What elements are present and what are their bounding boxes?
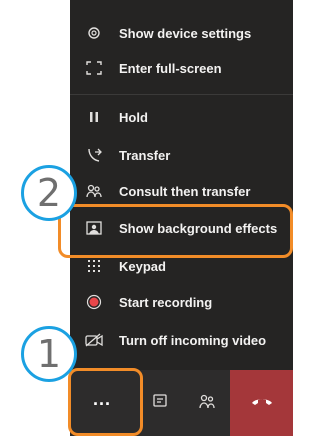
- participants-icon: [198, 393, 216, 414]
- transfer-icon: [84, 145, 104, 165]
- menu-item-turn-off-incoming-video[interactable]: Turn off incoming video: [70, 326, 293, 354]
- hang-up-icon: [251, 394, 273, 412]
- menu-item-label: Hold: [119, 109, 148, 125]
- keypad-icon: [84, 256, 104, 276]
- pause-icon: [84, 107, 104, 127]
- callout-number: 1: [36, 332, 62, 376]
- menu-item-label: Start recording: [119, 294, 213, 310]
- more-actions-menu: Show device settings Enter full-screen H…: [70, 0, 293, 370]
- participants-button[interactable]: [182, 370, 232, 436]
- menu-item-enter-full-screen[interactable]: Enter full-screen: [70, 54, 293, 82]
- fullscreen-icon: [84, 58, 104, 78]
- hang-up-button[interactable]: [230, 370, 293, 436]
- callout-highlight-background-effects: [58, 204, 293, 258]
- menu-item-start-recording[interactable]: Start recording: [70, 288, 293, 316]
- video-off-icon: [84, 330, 104, 350]
- menu-divider: [70, 94, 293, 95]
- chat-icon: [152, 393, 168, 414]
- menu-item-label: Consult then transfer: [119, 183, 251, 199]
- menu-item-transfer[interactable]: Transfer: [70, 141, 293, 169]
- consult-transfer-icon: [84, 181, 104, 201]
- menu-item-show-device-settings[interactable]: Show device settings: [70, 19, 293, 47]
- menu-item-label: Keypad: [119, 258, 166, 274]
- callout-badge-2: 2: [21, 165, 77, 221]
- record-icon: [84, 292, 104, 312]
- menu-item-consult-then-transfer[interactable]: Consult then transfer: [70, 177, 293, 205]
- callout-highlight-more-actions: [68, 368, 143, 436]
- menu-item-hold[interactable]: Hold: [70, 103, 293, 131]
- menu-item-label: Enter full-screen: [119, 60, 222, 76]
- callout-number: 2: [36, 171, 62, 215]
- menu-item-label: Turn off incoming video: [119, 332, 267, 348]
- gear-icon: [84, 23, 104, 43]
- callout-badge-1: 1: [21, 326, 77, 382]
- menu-item-label: Transfer: [119, 147, 171, 163]
- menu-item-label: Show device settings: [119, 25, 252, 41]
